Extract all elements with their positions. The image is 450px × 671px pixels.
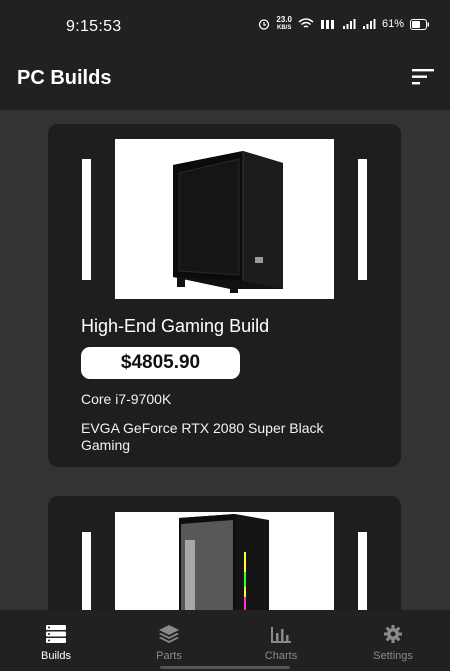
layers-icon bbox=[159, 625, 179, 643]
gear-icon bbox=[384, 625, 402, 643]
bottom-nav: Builds Parts Charts Settings bbox=[0, 610, 450, 671]
volte-icon bbox=[320, 20, 334, 29]
build-title: High-End Gaming Build bbox=[81, 316, 270, 336]
status-bar: 9:15:53 23.0 KB/S 61% bbox=[0, 0, 450, 48]
net-speed-value: 23.0 bbox=[276, 15, 292, 24]
bar-chart-icon bbox=[271, 627, 291, 643]
signal-1-icon bbox=[342, 19, 356, 29]
app-bar: PC Builds bbox=[0, 48, 450, 110]
carousel-left-bar bbox=[82, 532, 91, 610]
net-speed-unit: KB/S bbox=[277, 25, 292, 31]
pc-case-image bbox=[173, 151, 283, 293]
build-card[interactable] bbox=[48, 496, 401, 610]
signal-2-icon bbox=[362, 19, 376, 29]
builds-list[interactable]: High-End Gaming Build $4805.90 Core i7-9… bbox=[0, 110, 450, 610]
home-indicator[interactable] bbox=[160, 666, 290, 669]
nav-label-parts: Parts bbox=[156, 650, 182, 662]
carousel-left-bar bbox=[82, 159, 91, 280]
battery-icon bbox=[410, 18, 429, 30]
build-card[interactable]: High-End Gaming Build $4805.90 Core i7-9… bbox=[48, 124, 401, 467]
alarm-icon bbox=[259, 19, 270, 30]
nav-item-builds[interactable]: Builds bbox=[16, 625, 96, 662]
build-part-cpu: Core i7-9700K bbox=[81, 391, 172, 407]
nav-label-settings: Settings bbox=[373, 650, 413, 662]
nav-label-builds: Builds bbox=[41, 650, 71, 662]
nav-item-settings[interactable]: Settings bbox=[353, 625, 433, 662]
build-image bbox=[115, 512, 334, 610]
build-price: $4805.90 bbox=[81, 347, 240, 379]
carousel-right-bar bbox=[358, 532, 367, 610]
status-time: 9:15:53 bbox=[66, 18, 122, 35]
build-part-gpu: EVGA GeForce RTX 2080 Super Black Gaming bbox=[81, 420, 324, 453]
build-image bbox=[115, 139, 334, 299]
pc-case-image bbox=[179, 514, 269, 610]
nav-item-charts[interactable]: Charts bbox=[241, 625, 321, 662]
battery-percent: 61% bbox=[381, 18, 404, 30]
nav-item-parts[interactable]: Parts bbox=[129, 625, 209, 662]
status-icons: 23.0 KB/S 61% bbox=[258, 16, 430, 32]
net-speed: 23.0 KB/S bbox=[276, 16, 292, 32]
sort-icon[interactable] bbox=[412, 68, 434, 86]
wifi-icon bbox=[298, 18, 314, 28]
server-icon bbox=[46, 625, 66, 643]
nav-label-charts: Charts bbox=[264, 650, 298, 662]
page-title: PC Builds bbox=[17, 67, 112, 89]
carousel-right-bar bbox=[358, 159, 367, 280]
